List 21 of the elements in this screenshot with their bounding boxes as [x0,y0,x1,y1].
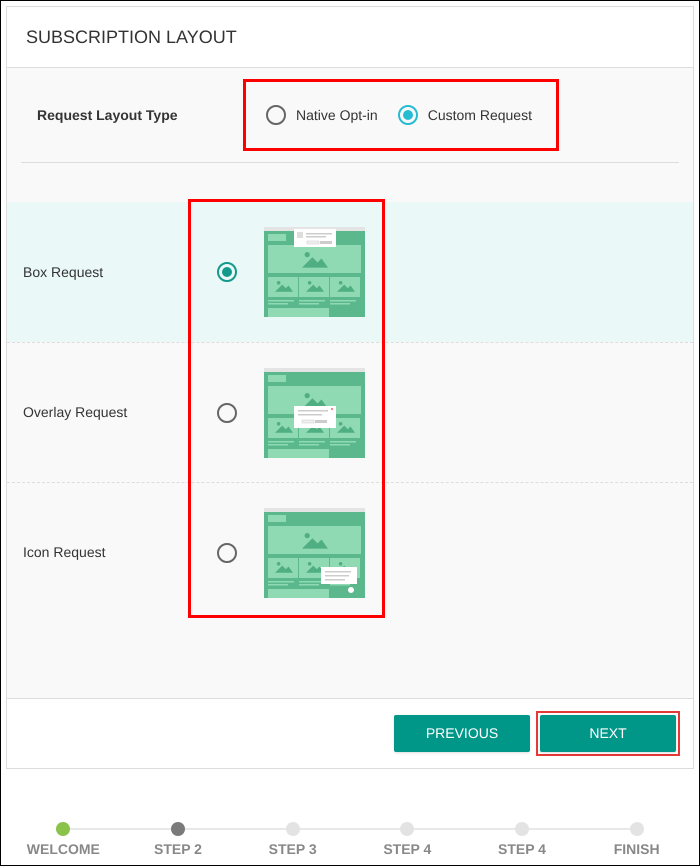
step-label[interactable]: WELCOME [26,839,100,860]
option-label: Box Request [22,262,104,282]
step-label[interactable]: STEP 3 [268,839,317,860]
radio-button[interactable] [217,402,237,422]
step-label[interactable]: STEP 4 [383,839,432,860]
request-option-row[interactable]: Box Request [7,202,693,342]
radio-button[interactable] [266,105,286,125]
radio-label[interactable]: Custom Request [428,104,532,126]
option-label: Icon Request [22,543,106,562]
radio-button[interactable] [217,542,237,562]
nav-button[interactable]: PREVIOUS [394,715,530,752]
nav-button[interactable]: NEXT [540,715,676,752]
step-label[interactable]: STEP 4 [498,839,546,860]
panel-title: SUBSCRIPTION LAYOUT [26,26,237,48]
radio-label[interactable]: Native Opt-in [296,104,378,126]
step-label[interactable]: STEP 2 [154,839,202,860]
radio-button[interactable] [217,262,237,282]
radio-button[interactable] [398,105,418,125]
step-label[interactable]: FINISH [614,839,660,860]
option-label: Overlay Request [22,403,128,422]
field-label: Request Layout Type [36,106,179,125]
